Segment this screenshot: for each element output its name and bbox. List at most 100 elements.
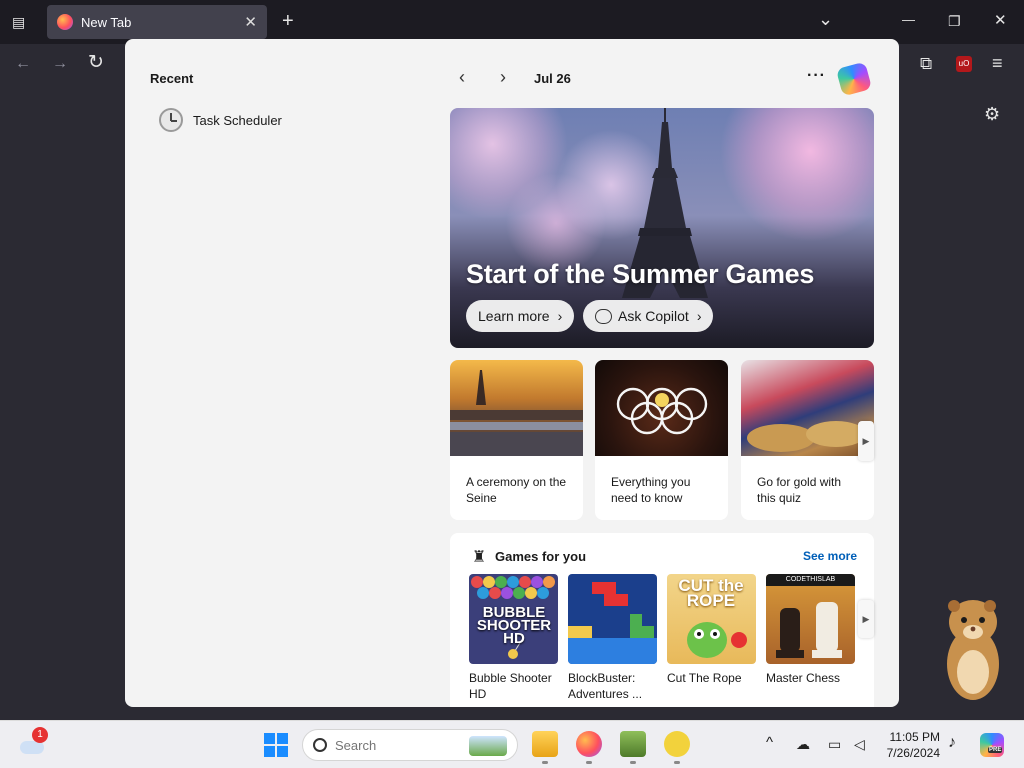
firefox-icon	[57, 14, 73, 30]
game-name: Master Chess	[766, 671, 841, 685]
forward-button[interactable]: →	[52, 56, 68, 72]
recent-item-label: Task Scheduler	[193, 112, 282, 128]
widgets-panel: Recent Task Scheduler ‹ › Jul 26 ··· Sta…	[125, 39, 899, 707]
game-app-icon[interactable]	[620, 731, 646, 757]
close-window-button[interactable]: ✕	[994, 13, 1007, 29]
game-name: Bubble Shooter HD	[469, 671, 552, 701]
chevron-right-icon: ›	[557, 308, 563, 324]
card-image-seine	[450, 360, 583, 456]
copilot-badge: PRE	[988, 747, 1003, 753]
taskbar-date[interactable]: 7/26/2024	[876, 746, 940, 760]
weather-widget[interactable]: 1	[18, 727, 48, 755]
tab-new-tab[interactable]: New Tab ✕	[47, 5, 267, 39]
app-running-indicator	[542, 761, 548, 764]
clock-icon	[159, 108, 183, 132]
games-next-button[interactable]: ▶	[858, 600, 874, 638]
tetris-blocks-icon	[568, 582, 657, 664]
tab-close-icon[interactable]: ✕	[244, 13, 257, 31]
card-quiz[interactable]: Go for gold with this quiz	[741, 360, 874, 520]
taskbar: 1 ^ ☁ ▭ ◁ 11:05 PM 7/26/2024 ♪ PRE	[0, 720, 1024, 768]
hero-card[interactable]: Start of the Summer Games Learn more › A…	[450, 108, 874, 348]
date-header: ‹ › Jul 26 ···	[455, 61, 875, 97]
file-explorer-icon[interactable]	[532, 731, 558, 757]
games-title: Games for you	[495, 549, 587, 564]
chat-icon	[595, 308, 612, 324]
card-caption: A ceremony on the Seine	[466, 475, 567, 505]
onedrive-offline-icon[interactable]: ☁	[796, 736, 810, 753]
ask-copilot-label: Ask Copilot	[618, 308, 689, 324]
cards-next-button[interactable]: ▶	[858, 421, 874, 461]
browser-tab-bar: ▤ New Tab ✕ + ⌄ — ❐ ✕	[0, 0, 1024, 44]
back-button[interactable]: ←	[15, 56, 31, 72]
app-running-indicator	[630, 761, 636, 764]
medal-icon	[747, 421, 866, 452]
app-running-indicator	[674, 761, 680, 764]
game-thumbnail: CODETHISLAB	[766, 574, 855, 664]
chess-pieces-icon: ♜	[472, 549, 487, 566]
card-ceremony[interactable]: A ceremony on the Seine	[450, 360, 583, 520]
city-skyline-icon	[450, 370, 583, 456]
game-thumbnail: CUT the ROPE	[667, 574, 756, 664]
chevron-right-icon: ›	[696, 308, 702, 324]
games-widget: ♜ Games for you See more BUBBLE SHOOTER …	[450, 533, 874, 707]
new-tab-button[interactable]: +	[282, 11, 294, 31]
windows-start-button[interactable]	[264, 733, 288, 757]
previous-day-button[interactable]: ‹	[459, 67, 465, 88]
copilot-taskbar-icon[interactable]: PRE	[980, 733, 1004, 757]
bell-icon[interactable]: ♪	[948, 734, 956, 752]
game-master-chess[interactable]: CODETHISLAB Master Chess	[766, 574, 856, 686]
weather-badge: 1	[32, 727, 48, 743]
app-menu-button[interactable]: ≡	[992, 54, 1003, 72]
game-thumbnail-text: CUT the ROPE	[678, 576, 744, 610]
show-hidden-icons-chevron[interactable]: ^	[766, 734, 773, 751]
card-image-medals	[741, 360, 874, 456]
ublock-origin-icon[interactable]: uO	[956, 56, 972, 72]
restore-button[interactable]: ❐	[948, 13, 961, 29]
game-blockbuster[interactable]: BlockBuster: Adventures ...	[568, 574, 658, 702]
network-icon[interactable]: ▭	[828, 736, 841, 753]
recent-heading: Recent	[150, 71, 194, 86]
minimize-button[interactable]: —	[902, 12, 915, 28]
learn-more-label: Learn more	[478, 308, 550, 324]
game-thumbnail	[568, 574, 657, 664]
hamster-sticker-icon	[947, 600, 999, 700]
game-thumbnail-text: CODETHISLAB	[766, 574, 855, 586]
card-everything[interactable]: Everything you need to know	[595, 360, 728, 520]
taskbar-time[interactable]: 11:05 PM	[876, 730, 940, 744]
next-day-button[interactable]: ›	[500, 67, 506, 88]
firefox-taskbar-icon[interactable]	[576, 731, 602, 757]
bee-app-icon[interactable]	[664, 731, 690, 757]
taskbar-search-box[interactable]	[302, 729, 518, 761]
search-icon	[313, 738, 327, 752]
ask-copilot-button[interactable]: Ask Copilot ›	[583, 300, 714, 332]
hero-title: Start of the Summer Games	[466, 259, 815, 289]
date-label: Jul 26	[534, 71, 571, 86]
search-input[interactable]	[335, 737, 455, 753]
game-bubble-shooter[interactable]: BUBBLE SHOOTER HD Bubble Shooter HD	[469, 574, 559, 702]
eiffel-tower-search-highlight-icon	[469, 736, 507, 756]
game-thumbnail-text: BUBBLE SHOOTER HD	[476, 604, 552, 647]
game-name: Cut The Rope	[667, 671, 742, 685]
chess-pieces-icon	[776, 602, 842, 658]
reload-button[interactable]: ↻	[88, 53, 104, 72]
learn-more-button[interactable]: Learn more ›	[466, 300, 575, 332]
game-cut-the-rope[interactable]: CUT the ROPE Cut The Rope	[667, 574, 757, 686]
game-name: BlockBuster: Adventures ...	[568, 671, 643, 701]
card-image-olympic-rings	[595, 360, 728, 456]
see-more-link[interactable]: See more	[803, 549, 857, 563]
olympic-rings-icon	[616, 387, 708, 435]
gear-icon[interactable]: ⚙	[984, 105, 1000, 123]
card-caption: Go for gold with this quiz	[757, 475, 842, 505]
more-options-button[interactable]: ···	[807, 67, 826, 85]
list-all-tabs-icon[interactable]: ⌄	[818, 10, 833, 28]
app-running-indicator	[586, 761, 592, 764]
game-thumbnail: BUBBLE SHOOTER HD	[469, 574, 558, 664]
windows-logo-icon	[264, 733, 275, 744]
copilot-icon[interactable]	[835, 61, 873, 97]
tab-list-icon[interactable]: ▤	[12, 14, 25, 30]
recent-item-task-scheduler[interactable]: Task Scheduler	[159, 108, 282, 132]
extensions-icon[interactable]: ⧉	[920, 55, 932, 72]
card-caption: Everything you need to know	[611, 475, 691, 505]
volume-muted-icon[interactable]: ◁	[854, 736, 865, 753]
tab-title: New Tab	[81, 14, 132, 30]
